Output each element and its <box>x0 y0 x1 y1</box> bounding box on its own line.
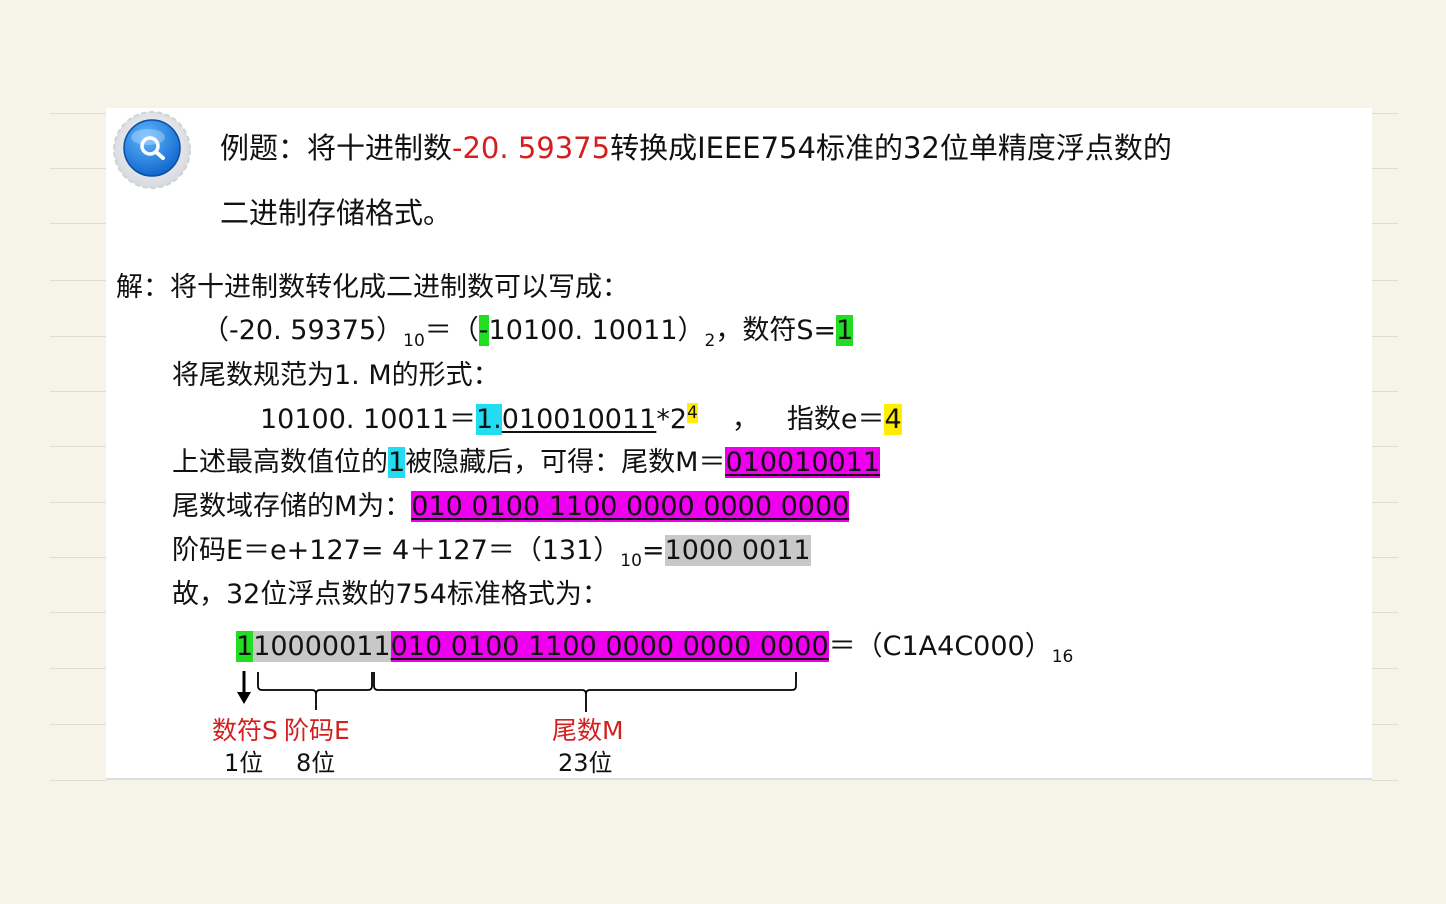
slide: 例题：将十进制数-20. 59375转换成IEEE754标准的32位单精度浮点数… <box>106 108 1372 780</box>
mantissa-name-label: 尾数M <box>552 716 624 745</box>
exponent-bits-label: 8位 <box>296 749 336 777</box>
sign-name-label: 数符S <box>212 716 278 745</box>
sign-arrow <box>237 671 251 704</box>
exponent-brace <box>257 672 373 710</box>
mantissa-bits-label: 23位 <box>558 749 613 777</box>
mantissa-brace <box>373 672 797 712</box>
field-braces <box>237 671 797 712</box>
exponent-name-label: 阶码E <box>284 716 350 745</box>
sign-bits-label: 1位 <box>224 749 264 777</box>
